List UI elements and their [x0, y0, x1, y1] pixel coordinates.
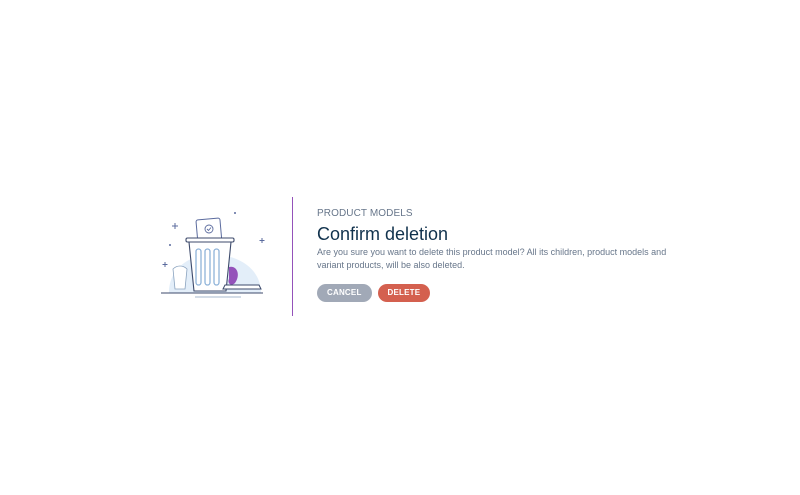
modal-description: Are you sure you want to delete this pro… — [317, 247, 667, 270]
modal-subtitle: PRODUCT MODELS — [317, 208, 413, 219]
delete-confirm-modal: PRODUCT MODELS Confirm deletion Are you … — [0, 0, 800, 495]
accent-divider — [292, 197, 293, 316]
delete-button[interactable]: DELETE — [377, 284, 431, 302]
cancel-button[interactable]: CANCEL — [317, 284, 372, 302]
modal-actions: CANCEL DELETE — [317, 284, 677, 302]
modal-content: PRODUCT MODELS Confirm deletion Are you … — [317, 207, 677, 302]
modal-title: Confirm deletion — [317, 224, 449, 244]
trash-can-icon — [155, 205, 270, 305]
